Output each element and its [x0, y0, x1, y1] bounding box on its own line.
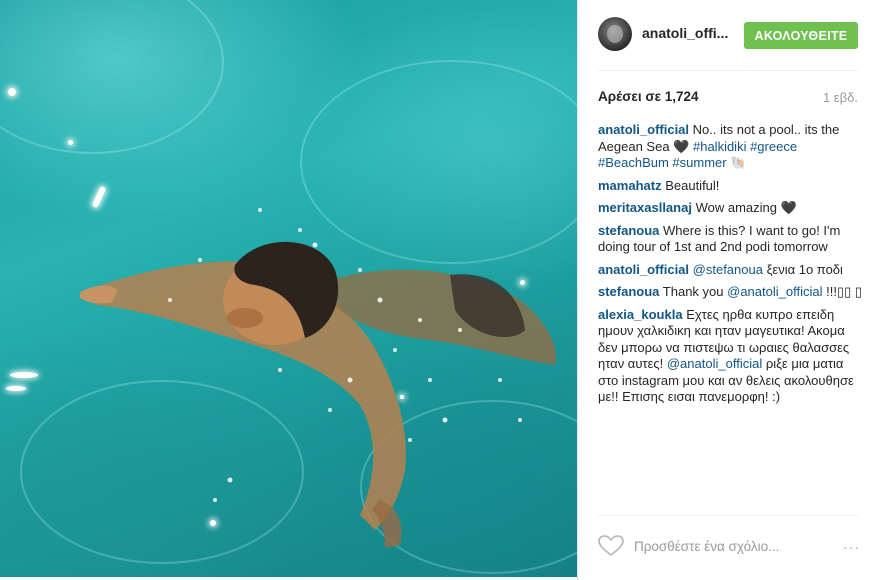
- likes-count[interactable]: Αρέσει σε 1,724: [598, 89, 699, 104]
- swimmer-figure: [80, 208, 556, 548]
- divider: [598, 70, 858, 71]
- comment-username[interactable]: alexia_koukla: [598, 307, 683, 322]
- comment-mention[interactable]: @anatoli_official: [727, 284, 822, 299]
- post-photo[interactable]: [0, 0, 577, 577]
- comment-text: !!!▯▯ ▯: [822, 284, 863, 299]
- comment: stefanoua Where is this? I want to go! I…: [598, 223, 862, 256]
- comments-list: anatoli_official No.. its not a pool.. i…: [598, 122, 862, 412]
- comment-username[interactable]: anatoli_official: [598, 262, 689, 277]
- comment-mention[interactable]: @stefanoua: [693, 262, 763, 277]
- header-username[interactable]: anatoli_offi...: [642, 25, 728, 41]
- comment-text: Wow amazing 🖤: [695, 200, 797, 215]
- comment-text: ξενια 1ο ποδι: [762, 261, 843, 277]
- post-time[interactable]: 1 εβδ.: [823, 90, 858, 105]
- avatar[interactable]: [598, 17, 632, 51]
- comment-username[interactable]: anatoli_official: [598, 122, 689, 137]
- comment: stefanoua Thank you @anatoli_official !!…: [598, 284, 862, 301]
- divider: [598, 515, 858, 516]
- post-sidebar: anatoli_offi... ΑΚΟΛΟΥΘΕΙΤΕ Αρέσει σε 1,…: [577, 0, 880, 580]
- add-comment-input[interactable]: Προσθέστε ένα σχόλιο...: [634, 539, 779, 554]
- comment-username[interactable]: meritaxasllanaj: [598, 200, 692, 215]
- comment-mention[interactable]: @anatoli_official: [667, 356, 762, 371]
- comment-text-tail: 🐚: [726, 155, 747, 170]
- more-options-icon[interactable]: ···: [843, 539, 860, 555]
- comment-text: Beautiful!: [665, 177, 720, 193]
- comment: mamahatz Beautiful!: [598, 178, 862, 195]
- comment-username[interactable]: stefanoua: [598, 223, 659, 238]
- comment: meritaxasllanaj Wow amazing 🖤: [598, 200, 862, 217]
- instagram-post: anatoli_offi... ΑΚΟΛΟΥΘΕΙΤΕ Αρέσει σε 1,…: [0, 0, 880, 580]
- comment-text-pre: Thank you: [662, 284, 728, 299]
- post-header: anatoli_offi... ΑΚΟΛΟΥΘΕΙΤΕ: [578, 0, 880, 70]
- comment-username[interactable]: mamahatz: [598, 178, 662, 193]
- comment: anatoli_official No.. its not a pool.. i…: [598, 122, 862, 172]
- comment: anatoli_official @stefanoua ξενια 1ο ποδ…: [598, 262, 862, 279]
- comment: alexia_koukla Εχτες ηρθα κυπρο επειδη ημ…: [598, 307, 862, 406]
- heart-icon[interactable]: [598, 535, 624, 557]
- comment-footer: Προσθέστε ένα σχόλιο... ···: [598, 530, 860, 564]
- follow-button[interactable]: ΑΚΟΛΟΥΘΕΙΤΕ: [744, 22, 858, 49]
- comment-username[interactable]: stefanoua: [598, 284, 659, 299]
